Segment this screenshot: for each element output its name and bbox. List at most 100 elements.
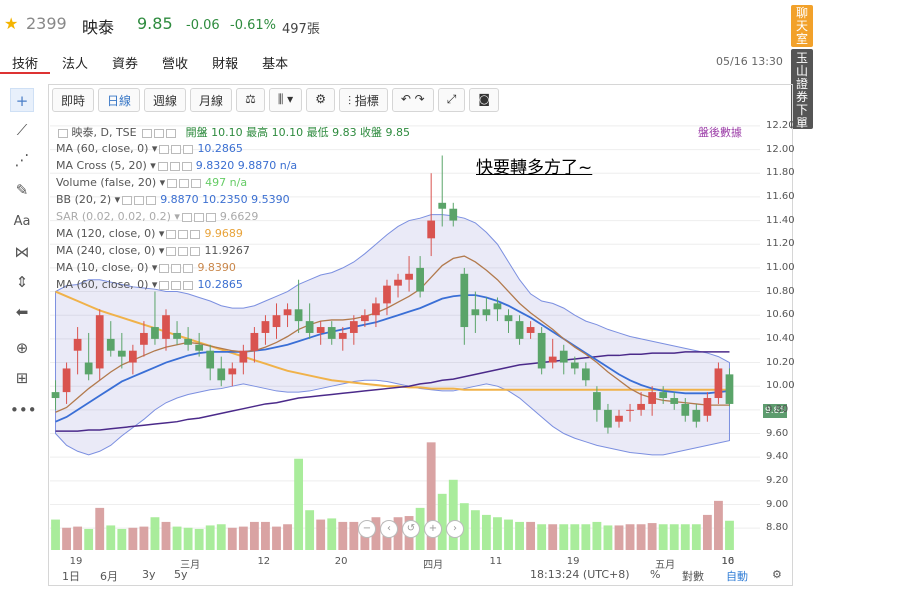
indicator-row[interactable]: SAR (0.02, 0.02, 0.2) ▾ 9.6629 (56, 210, 258, 223)
candle-body (184, 338, 192, 345)
candle-body (681, 403, 690, 416)
indicator-row[interactable]: MA (60, close, 0) ▾ 10.2865 (56, 142, 243, 155)
zoom-controls: − ‹ ↺ + › (358, 520, 464, 538)
log-toggle[interactable]: 對數 (682, 568, 704, 584)
candle-body (228, 368, 237, 375)
volume-bar (62, 527, 71, 550)
y-tick-label: 9.00 (766, 498, 789, 510)
indicator-controls[interactable] (157, 142, 194, 155)
indicator-row[interactable]: Volume (false, 20) ▾ 497 n/a (56, 176, 247, 189)
volume-bar (51, 519, 60, 550)
volume-bar (172, 526, 182, 550)
legend-title: 映泰, D, TSE (71, 126, 137, 139)
range-3y[interactable]: 3y (142, 568, 156, 581)
volume-bar (183, 527, 193, 550)
indicator-row[interactable]: MA (10, close, 0) ▾ 9.8390 (56, 261, 236, 274)
candle-body (449, 208, 458, 221)
indicator-controls[interactable] (165, 176, 202, 189)
indicator-label: BB (20, 2) ▾ (56, 193, 121, 206)
volume-bar (84, 528, 94, 550)
candle-body (372, 303, 380, 316)
volume-bar (526, 521, 536, 550)
indicator-controls[interactable] (157, 278, 194, 291)
volume-bar (194, 528, 204, 550)
candle-body (128, 350, 137, 363)
indicator-controls[interactable] (164, 227, 201, 240)
reset-icon[interactable]: ↺ (402, 520, 420, 538)
candle-body (593, 392, 601, 410)
volume-bar (669, 524, 679, 550)
volume-bar (548, 524, 558, 550)
x-tick-label: 19 (566, 556, 580, 567)
range-6m[interactable]: 6月 (100, 568, 118, 584)
indicator-row[interactable]: BB (20, 2) ▾ 9.8870 10.2350 9.5390 (56, 193, 290, 206)
candle-body (217, 368, 226, 381)
indicator-row[interactable]: MA (240, close, 0) ▾ 11.9267 (56, 244, 250, 257)
candle-body (162, 315, 170, 339)
indicator-label: MA (240, close, 0) ▾ (56, 244, 165, 257)
volume-bar (625, 524, 635, 550)
indicator-label: MA (10, close, 0) ▾ (56, 261, 158, 274)
x-tick-label: 11 (489, 556, 503, 567)
x-tick-label: 20 (334, 556, 348, 567)
volume-bar (95, 507, 105, 550)
candle-body (316, 327, 325, 333)
indicator-row[interactable]: MA (120, close, 0) ▾ 9.9689 (56, 227, 243, 240)
volume-bar (139, 526, 149, 550)
indicator-controls[interactable] (156, 159, 192, 172)
zoom-out-icon[interactable]: − (358, 520, 376, 538)
y-tick-label: 12.00 (766, 143, 795, 155)
candle-body (206, 350, 215, 369)
y-tick-label: 10.20 (766, 356, 795, 368)
volume-bar (205, 525, 215, 550)
candle-body (416, 267, 424, 292)
zoom-in-icon[interactable]: + (424, 520, 442, 538)
candle-body (140, 332, 148, 345)
indicator-label: MA (120, close, 0) ▾ (56, 227, 165, 240)
volume-bar (216, 524, 226, 550)
y-tick-label: 9.40 (766, 451, 789, 463)
indicator-row[interactable]: MA Cross (5, 20) ▾ 9.8320 9.8870 n/a (56, 159, 297, 172)
volume-bar (338, 521, 348, 550)
volume-bar (570, 524, 580, 550)
candle-body (581, 368, 590, 381)
candle-body (173, 332, 181, 339)
volume-bar (603, 525, 613, 550)
auto-toggle[interactable]: 自動 (726, 568, 748, 584)
candle-body (604, 409, 612, 428)
volume-bar (227, 527, 237, 550)
scroll-right-icon[interactable]: › (446, 520, 464, 538)
indicator-value: 9.8390 (197, 261, 236, 274)
volume-bar (581, 524, 591, 550)
range-5y[interactable]: 5y (174, 568, 188, 581)
indicator-value: 497 n/a (205, 176, 248, 189)
percent-toggle[interactable]: % (650, 568, 660, 581)
indicator-controls[interactable] (180, 210, 216, 223)
y-tick-label: 11.60 (766, 190, 795, 202)
chart-settings-gear-icon[interactable]: ⚙ (772, 568, 782, 581)
candle-body (405, 273, 413, 280)
candle-body (504, 315, 513, 322)
range-1d[interactable]: 1日 (62, 568, 80, 584)
y-tick-label: 10.00 (766, 380, 795, 392)
indicator-controls[interactable] (164, 244, 201, 257)
volume-bar (470, 510, 480, 550)
volume-bar (614, 525, 624, 550)
candle-body (692, 409, 701, 422)
volume-bar (592, 521, 602, 550)
indicator-value: 10.2865 (197, 142, 243, 155)
candle-body (427, 220, 436, 239)
volume-bar (636, 524, 646, 550)
indicator-row[interactable]: MA (60, close, 0) ▾ 10.2865 (56, 278, 243, 291)
volume-bar (504, 519, 513, 550)
candle-body (51, 392, 60, 399)
indicator-label: MA (60, close, 0) ▾ (56, 142, 158, 155)
after-hours-data[interactable]: 盤後數據 (698, 124, 742, 140)
candle-body (438, 202, 447, 209)
candle-body (272, 315, 281, 328)
scroll-left-icon[interactable]: ‹ (380, 520, 398, 538)
volume-bar (493, 517, 502, 550)
volume-bar (349, 521, 359, 550)
indicator-controls[interactable] (157, 261, 194, 274)
indicator-controls[interactable] (120, 193, 157, 206)
